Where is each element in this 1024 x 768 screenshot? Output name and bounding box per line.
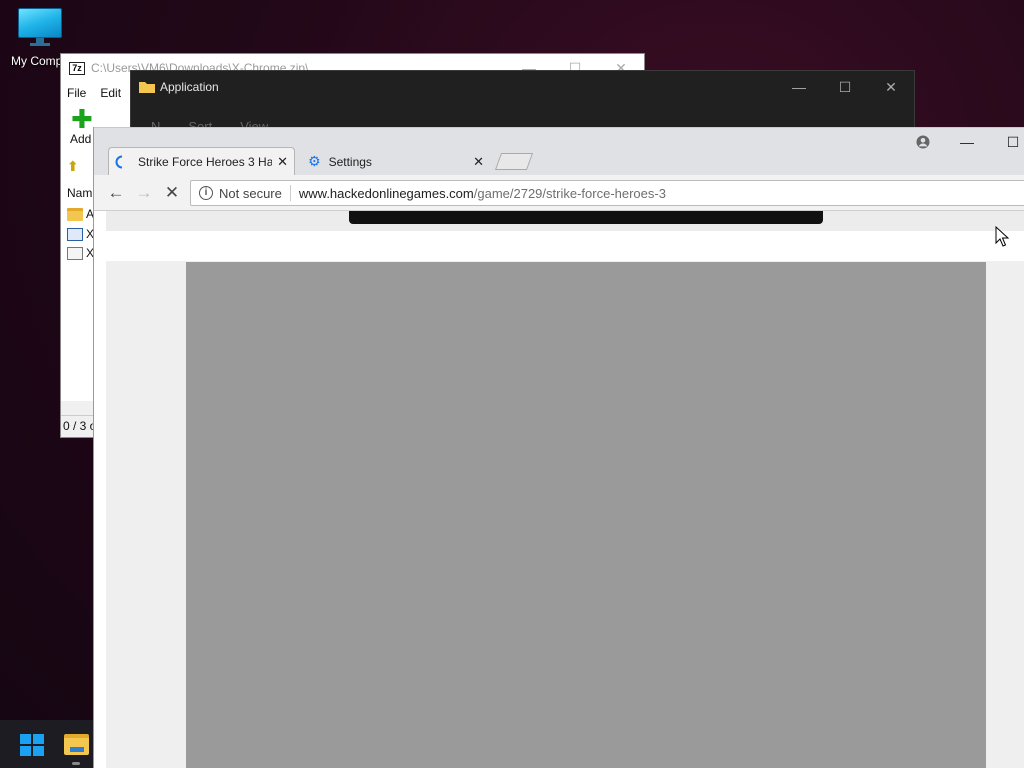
url-host: www.hackedonlinegames.com xyxy=(298,185,474,201)
folder-icon xyxy=(67,207,83,221)
close-tab-icon[interactable]: ✕ xyxy=(277,154,288,170)
folder-up-icon[interactable]: ⬆ xyxy=(67,158,83,174)
running-indicator xyxy=(72,762,80,765)
tab-strip: — ☐ Strike Force Heroes 3 Hac ✕ ⚙ Settin… xyxy=(94,127,1024,176)
game-embed-frame[interactable] xyxy=(186,262,986,768)
chrome-window[interactable]: — ☐ Strike Force Heroes 3 Hac ✕ ⚙ Settin… xyxy=(93,127,1024,768)
close-icon[interactable]: ✕ xyxy=(868,71,914,103)
forward-arrow-icon[interactable]: → xyxy=(132,181,156,205)
security-indicator[interactable]: Not secure xyxy=(219,186,282,201)
loading-spinner-icon xyxy=(115,155,123,169)
name-column-header[interactable]: Nam xyxy=(67,186,92,200)
minimize-icon[interactable]: — xyxy=(776,71,822,103)
menu-edit[interactable]: Edit xyxy=(100,86,121,100)
browser-toolbar: ← → ✕ i Not secure www.hackedonlinegames… xyxy=(94,175,1024,211)
minimize-icon[interactable]: — xyxy=(950,128,984,156)
url-path: /game/2729/strike-force-heroes-3 xyxy=(473,185,666,201)
page-nav-bar xyxy=(349,211,823,224)
windows-start-icon[interactable] xyxy=(20,734,44,756)
info-icon[interactable]: i xyxy=(199,186,213,200)
tab-settings[interactable]: ⚙ Settings ✕ xyxy=(304,147,490,176)
tab-strike-force-heroes[interactable]: Strike Force Heroes 3 Hac ✕ xyxy=(108,147,295,176)
menu-file[interactable]: File xyxy=(67,86,86,100)
page-viewport[interactable] xyxy=(94,211,1024,768)
address-bar[interactable]: i Not secure www.hackedonlinegames.com/g… xyxy=(190,180,1024,206)
folder-icon xyxy=(139,82,155,93)
sevenzip-logo-icon: 7z xyxy=(69,61,85,75)
gear-icon: ⚙ xyxy=(308,153,321,169)
profile-icon[interactable] xyxy=(908,128,938,156)
text-file-icon xyxy=(67,246,83,260)
maximize-icon[interactable]: ☐ xyxy=(822,71,868,103)
tab-label: Settings xyxy=(328,154,372,169)
file-explorer-icon[interactable] xyxy=(64,734,89,755)
omnibox-divider xyxy=(289,185,291,201)
maximize-icon[interactable]: ☐ xyxy=(998,128,1024,156)
back-arrow-icon[interactable]: ← xyxy=(104,181,128,205)
mouse-cursor-icon xyxy=(995,226,1009,247)
new-tab-button[interactable] xyxy=(494,153,534,170)
tab-label: Strike Force Heroes 3 Hac xyxy=(138,155,272,169)
explorer-title: Application xyxy=(160,80,219,94)
add-button-label[interactable]: Add xyxy=(70,132,91,146)
close-tab-icon[interactable]: ✕ xyxy=(473,154,484,170)
list-item[interactable]: A xyxy=(67,207,94,221)
add-plus-icon[interactable]: ✚ xyxy=(71,106,93,132)
zip-file-icon xyxy=(67,227,83,241)
monitor-icon xyxy=(18,8,62,46)
taskbar xyxy=(0,720,93,768)
stop-loading-icon[interactable]: ✕ xyxy=(160,181,184,205)
